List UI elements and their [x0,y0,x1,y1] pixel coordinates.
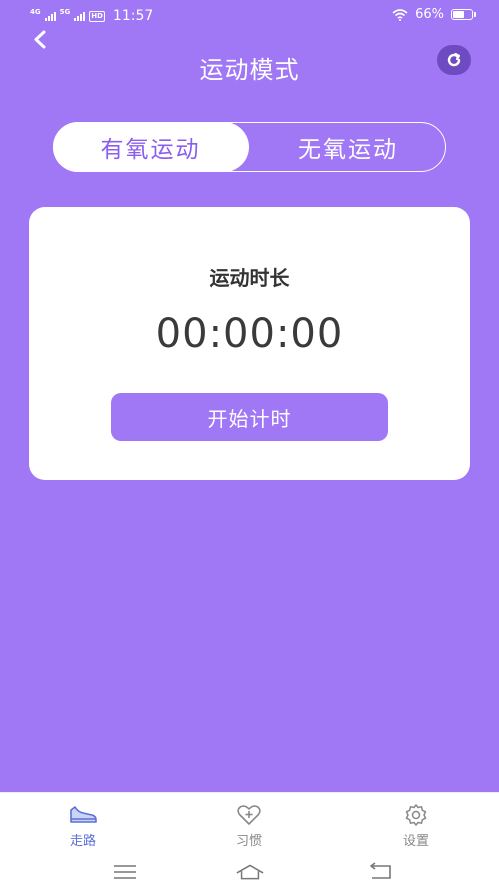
system-back-button[interactable] [367,860,397,884]
nav-item-habit[interactable]: 习惯 [209,803,289,849]
system-menu-button[interactable] [110,860,140,884]
nav-item-settings[interactable]: 设置 [376,803,456,849]
timer-display: 00:00:00 [155,311,344,357]
nav-label-walk: 走路 [69,834,96,849]
status-left: 4G 5G HD 11:57 [30,8,153,24]
shoe-icon [70,806,97,823]
start-timer-button[interactable]: 开始计时 [111,393,388,441]
nav-label-habit: 习惯 [235,834,262,849]
wifi-icon [392,8,408,21]
tab-anaerobic[interactable]: 无氧运动 [250,122,446,172]
hd-badge: HD [89,10,105,22]
duration-label: 运动时长 [209,266,290,290]
signal-icon-2 [74,11,86,21]
timer-card: 运动时长 00:00:00 开始计时 [29,207,470,480]
exercise-type-segment: 有氧运动 无氧运动 [52,121,446,172]
battery-icon [451,9,476,20]
status-bar: 4G 5G HD 11:57 66% [0,0,499,30]
network-5g-label: 5G [59,7,71,16]
home-icon [236,864,264,880]
nav-label-settings: 设置 [402,834,429,849]
refresh-button[interactable] [437,45,471,75]
status-time: 11:57 [112,8,154,24]
battery-percent: 66% [415,7,444,22]
nav-item-walk[interactable]: 走路 [43,803,123,849]
system-nav-bar [0,852,499,893]
tab-aerobic[interactable]: 有氧运动 [52,121,249,172]
status-right: 66% [392,7,476,22]
back-arrow-icon [370,862,391,879]
page-title: 运动模式 [199,56,300,84]
bottom-nav: 走路 习惯 设置 [0,792,499,852]
battery-fill [453,11,464,18]
refresh-icon [447,52,461,67]
signal-icon [44,11,56,21]
system-home-button[interactable] [235,860,265,884]
menu-icon [114,865,136,879]
gear-icon [405,804,427,826]
network-4g-label: 4G [30,7,41,16]
heart-plus-icon [237,805,261,825]
